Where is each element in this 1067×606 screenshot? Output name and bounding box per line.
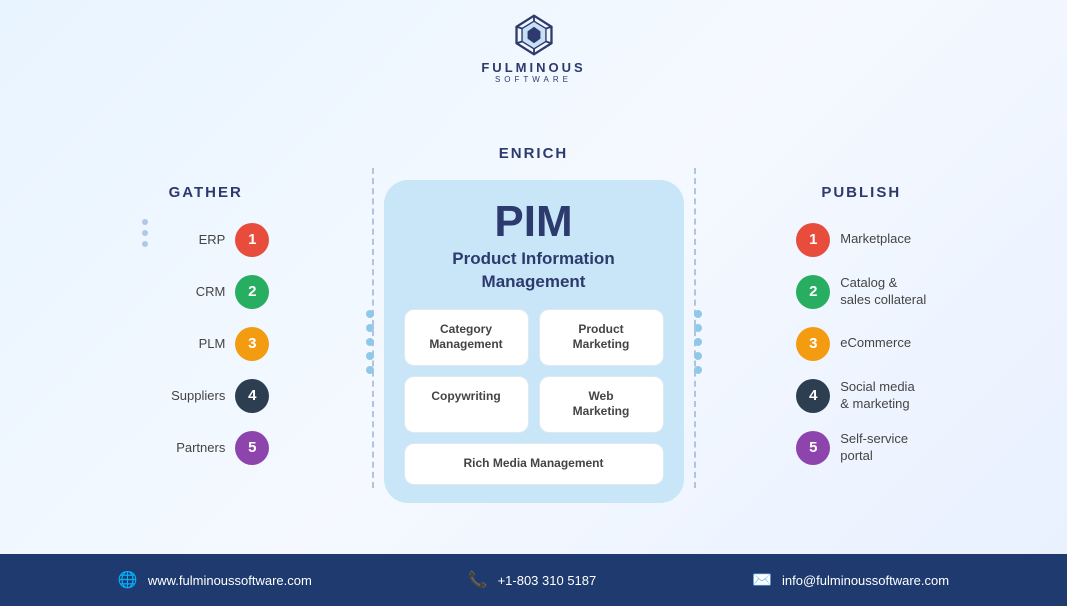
publish-label-catalog: Catalog &sales collateral bbox=[840, 275, 926, 309]
enrich-column: ENRICH bbox=[374, 145, 694, 502]
connector-dot bbox=[694, 324, 702, 332]
badge-3-publish: 3 bbox=[796, 327, 830, 361]
gather-label-crm: CRM bbox=[196, 284, 226, 299]
connector-dot bbox=[366, 324, 374, 332]
connector-dot bbox=[694, 338, 702, 346]
list-item: 2 Catalog &sales collateral bbox=[796, 275, 926, 309]
pim-box: PIM Product InformationManagement Catego… bbox=[384, 180, 684, 502]
gather-label-erp: ERP bbox=[199, 232, 226, 247]
connector-dot bbox=[694, 310, 702, 318]
connector-dot bbox=[366, 310, 374, 318]
gather-header: GATHER bbox=[169, 184, 243, 201]
badge-4-publish: 4 bbox=[796, 379, 830, 413]
footer-website: 🌐 www.fulminoussoftware.com bbox=[118, 570, 312, 590]
footer-email-text: info@fulminoussoftware.com bbox=[782, 573, 949, 588]
footer-phone-text: +1-803 310 5187 bbox=[498, 573, 597, 588]
logo-text: FULMINOUS bbox=[481, 60, 585, 75]
pim-cell-category-management: CategoryManagement bbox=[404, 309, 529, 366]
list-item: PLM 3 bbox=[171, 327, 269, 361]
list-item: Suppliers 4 bbox=[171, 379, 269, 413]
page-wrapper: FULMINOUS SOFTWARE GATHER ERP bbox=[0, 0, 1067, 606]
connector-dot bbox=[366, 366, 374, 374]
footer: 🌐 www.fulminoussoftware.com 📞 +1-803 310… bbox=[0, 554, 1067, 606]
footer-email: ✉️ info@fulminoussoftware.com bbox=[752, 570, 949, 590]
badge-5-gather: 5 bbox=[235, 431, 269, 465]
pim-cell-rich-media: Rich Media Management bbox=[404, 443, 664, 485]
footer-phone: 📞 +1-803 310 5187 bbox=[468, 570, 597, 590]
publish-header: PUBLISH bbox=[821, 184, 901, 201]
pim-cell-web-marketing: WebMarketing bbox=[539, 376, 664, 433]
list-item: 3 eCommerce bbox=[796, 327, 926, 361]
connector-dot bbox=[366, 338, 374, 346]
dot-decoration bbox=[142, 219, 148, 247]
gather-items: ERP 1 CRM 2 PLM 3 bbox=[171, 223, 269, 465]
publish-label-ecommerce: eCommerce bbox=[840, 335, 911, 352]
gather-label-plm: PLM bbox=[199, 336, 226, 351]
list-item: ERP 1 bbox=[171, 223, 269, 257]
badge-1-publish: 1 bbox=[796, 223, 830, 257]
pim-cell-copywriting: Copywriting bbox=[404, 376, 529, 433]
badge-5-publish: 5 bbox=[796, 431, 830, 465]
pim-cell-product-marketing: ProductMarketing bbox=[539, 309, 664, 366]
list-item: CRM 2 bbox=[171, 275, 269, 309]
footer-website-text: www.fulminoussoftware.com bbox=[148, 573, 312, 588]
publish-items: 1 Marketplace 2 Catalog &sales collatera… bbox=[796, 223, 926, 465]
list-item: Partners 5 bbox=[171, 431, 269, 465]
publish-label-social: Social media& marketing bbox=[840, 379, 914, 413]
connector-dot bbox=[366, 352, 374, 360]
logo-area: FULMINOUS SOFTWARE bbox=[481, 12, 585, 84]
pim-title: PIM bbox=[494, 200, 572, 244]
gather-column: GATHER ERP 1 bbox=[40, 184, 372, 465]
publish-label-marketplace: Marketplace bbox=[840, 231, 911, 248]
list-item: 1 Marketplace bbox=[796, 223, 926, 257]
globe-icon: 🌐 bbox=[118, 570, 138, 590]
list-item: 4 Social media& marketing bbox=[796, 379, 926, 413]
content-area: FULMINOUS SOFTWARE GATHER ERP bbox=[0, 0, 1067, 554]
email-icon: ✉️ bbox=[752, 570, 772, 590]
diagram: GATHER ERP 1 bbox=[0, 94, 1067, 554]
pim-connectors-left bbox=[366, 310, 374, 374]
publish-label-selfservice: Self-serviceportal bbox=[840, 431, 908, 465]
pim-connectors-right bbox=[694, 310, 702, 374]
logo-icon bbox=[511, 12, 557, 58]
pim-subtitle: Product InformationManagement bbox=[452, 248, 614, 292]
enrich-header: ENRICH bbox=[499, 145, 569, 162]
phone-icon: 📞 bbox=[468, 570, 488, 590]
badge-4-gather: 4 bbox=[235, 379, 269, 413]
connector-dot bbox=[694, 366, 702, 374]
connector-dot bbox=[694, 352, 702, 360]
gather-label-partners: Partners bbox=[176, 440, 225, 455]
publish-column: PUBLISH 1 Marketplace 2 Catalog &sales c… bbox=[696, 184, 1028, 465]
badge-2-gather: 2 bbox=[235, 275, 269, 309]
pim-grid: CategoryManagement ProductMarketing Copy… bbox=[404, 309, 664, 485]
gather-label-suppliers: Suppliers bbox=[171, 388, 225, 403]
badge-1-gather: 1 bbox=[235, 223, 269, 257]
logo-subtext: SOFTWARE bbox=[495, 75, 572, 84]
badge-2-publish: 2 bbox=[796, 275, 830, 309]
list-item: 5 Self-serviceportal bbox=[796, 431, 926, 465]
badge-3-gather: 3 bbox=[235, 327, 269, 361]
